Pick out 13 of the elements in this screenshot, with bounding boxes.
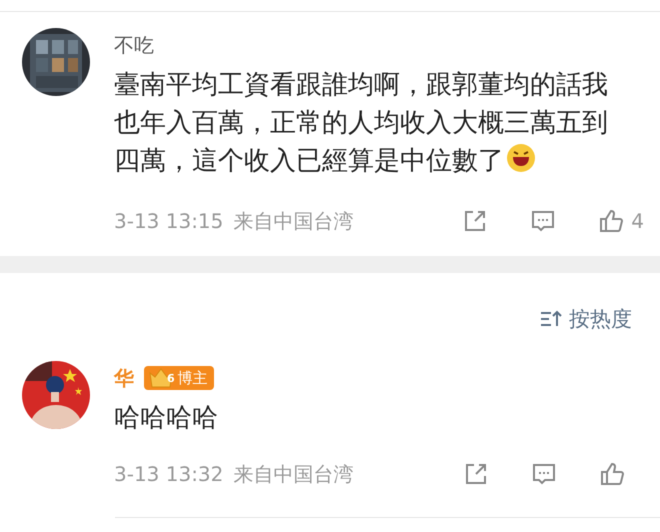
thumbs-up-icon[interactable]	[598, 460, 626, 488]
comment-time: 3-13 13:15	[114, 209, 224, 233]
blogger-badge: 6 博主	[144, 366, 214, 390]
sort-button[interactable]: 按热度	[539, 305, 632, 333]
thumbs-up-icon[interactable]	[597, 207, 626, 235]
sort-icon	[539, 309, 563, 329]
comment-location: 来自中国台湾	[233, 460, 354, 488]
like-count: 4	[631, 209, 644, 233]
user-name[interactable]: 不吃	[114, 32, 154, 58]
comment-text: 哈哈哈哈	[114, 402, 219, 435]
comment-time: 3-13 13:32	[114, 462, 224, 486]
comment-location: 来自中国台湾	[233, 208, 354, 234]
comment-text: 臺南平均工資看跟誰均啊，跟郭董均的話我也年入百萬，正常的人均收入大概三萬五到四萬，這个收入已經算是中位數了	[114, 69, 609, 178]
